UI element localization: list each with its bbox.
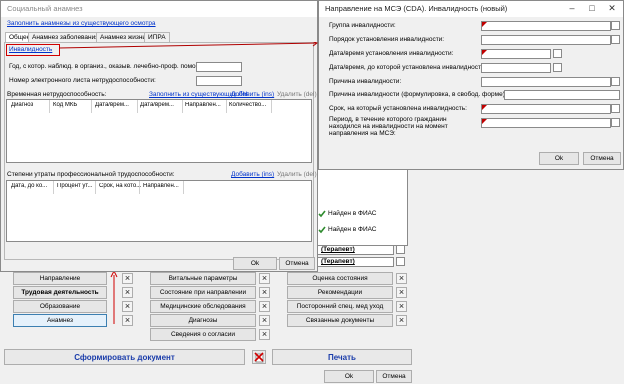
maximize-icon[interactable]: □ — [585, 3, 599, 14]
field-label: Порядок установления инвалидности: — [329, 36, 445, 43]
fias-status: Найден в ФИАС — [328, 226, 377, 233]
field-label: Причина инвалидности: — [329, 78, 402, 85]
clear-icon[interactable] — [252, 350, 266, 364]
close-icon[interactable]: × — [122, 287, 133, 298]
therapist-field-2[interactable]: (Терапевт) — [316, 257, 394, 267]
disability-order-select[interactable] — [481, 35, 611, 45]
work-activity-button[interactable]: Трудовая деятельность — [13, 286, 107, 299]
dialog-title: Направление на МСЭ (CDA). Инвалидность (… — [325, 4, 508, 13]
prof-disability-label: Степени утраты профессиональной трудоспо… — [7, 171, 175, 178]
add-prof-link[interactable]: Добавить (ins) — [231, 171, 274, 178]
anamnesis-cancel-button[interactable]: Отмена — [279, 257, 315, 270]
field-label: Срок, на который установлена инвалидност… — [329, 105, 467, 112]
sick-leave-label: Номер электронного листа нетрудоспособно… — [9, 77, 156, 84]
delete-temp-link[interactable]: Удалить (del) — [277, 91, 317, 98]
tab-ipra[interactable]: ИПРА — [144, 32, 170, 42]
consent-info-button[interactable]: Сведения о согласии — [150, 328, 256, 341]
anamnesis-ok-button[interactable]: Ok — [233, 257, 277, 270]
close-icon[interactable]: × — [396, 273, 407, 284]
close-icon[interactable]: × — [259, 301, 270, 312]
field-label: Дата/время, до которой установлена инвал… — [329, 64, 487, 71]
temp-disability-label: Временная нетрудоспособность: — [7, 91, 107, 98]
check-icon — [318, 226, 326, 234]
disability-dialog: Направление на МСЭ (CDA). Инвалидность (… — [318, 0, 624, 170]
fias-status: Найден в ФИАС — [328, 210, 377, 217]
disability-period-select[interactable] — [481, 118, 611, 128]
add-temp-link[interactable]: Добавить (ins) — [231, 91, 274, 98]
related-docs-button[interactable]: Связанные документы — [287, 314, 393, 327]
anamnesis-button[interactable]: Анамнез — [13, 314, 107, 327]
dialog-cancel-button[interactable]: Отмена — [583, 152, 621, 165]
field-clear-checkbox[interactable] — [611, 118, 620, 127]
vital-params-button[interactable]: Витальные параметры — [150, 272, 256, 285]
field-label: Группа инвалидности: — [329, 22, 396, 29]
napravlenie-button[interactable]: Направление — [13, 272, 107, 285]
dialog-ok-button[interactable]: Ok — [539, 152, 579, 165]
main-ok-button[interactable]: Ok — [324, 370, 374, 383]
close-icon[interactable]: × — [122, 273, 133, 284]
field-label: Дата/время установления инвалидности: — [329, 50, 454, 57]
close-icon[interactable]: × — [259, 315, 270, 326]
disability-reason-text[interactable] — [504, 90, 620, 100]
therapist-field-1[interactable]: (Терапевт) — [316, 245, 394, 255]
year-input[interactable] — [196, 62, 242, 72]
medical-exams-button[interactable]: Медицинские обследования — [150, 300, 256, 313]
close-icon[interactable]: × — [259, 329, 270, 340]
minimize-icon[interactable]: – — [565, 3, 579, 14]
date-picker-checkbox[interactable] — [553, 63, 562, 72]
year-label: Год, с котор. наблюд. в организ., оказыв… — [9, 63, 207, 70]
field-clear-checkbox[interactable] — [611, 35, 620, 44]
close-icon[interactable]: × — [259, 287, 270, 298]
temp-disability-grid[interactable]: Диагноз Код МКБ Дата/врем... Дата/врем..… — [6, 99, 312, 163]
external-care-button[interactable]: Посторонний спец. мед уход — [287, 300, 393, 313]
disability-group-select[interactable] — [481, 21, 611, 31]
tab-disease-anamnesis[interactable]: Анамнез заболевания — [28, 32, 103, 42]
annotation-connector — [59, 42, 319, 49]
disability-term-select[interactable] — [481, 104, 611, 114]
dialog-title-bar: Направление на МСЭ (CDA). Инвалидность (… — [319, 1, 623, 17]
title-bar: Социальный анамнез — [1, 1, 317, 17]
close-icon[interactable]: × — [396, 315, 407, 326]
therapist-checkbox-1[interactable] — [396, 245, 405, 254]
main-cancel-button[interactable]: Отмена — [376, 370, 412, 383]
diagnoses-button[interactable]: Диагнозы — [150, 314, 256, 327]
check-icon — [318, 210, 326, 218]
close-icon[interactable]: × — [396, 301, 407, 312]
disability-reason-select[interactable] — [481, 77, 611, 87]
field-clear-checkbox[interactable] — [611, 104, 620, 113]
field-clear-checkbox[interactable] — [611, 77, 620, 86]
tab-life-anamnesis[interactable]: Анамнез жизни — [96, 32, 151, 42]
education-button[interactable]: Образование — [13, 300, 107, 313]
close-icon[interactable]: × — [396, 287, 407, 298]
field-label: Причина инвалидности (формулировка, в св… — [329, 91, 507, 98]
disability-start-date[interactable] — [481, 49, 551, 59]
sick-leave-input[interactable] — [196, 76, 242, 86]
field-label: Период, в течение которого гражданин нах… — [329, 116, 448, 137]
form-document-button[interactable]: Сформировать документ — [4, 349, 245, 365]
close-icon[interactable]: ✕ — [605, 3, 619, 14]
therapist-checkbox-2[interactable] — [396, 257, 405, 266]
print-button[interactable]: Печать — [272, 349, 412, 365]
date-picker-checkbox[interactable] — [553, 49, 562, 58]
condition-assessment-button[interactable]: Оценка состояния — [287, 272, 393, 285]
fill-from-exam-link[interactable]: Заполнить анамнезы из существующего осмо… — [7, 20, 156, 27]
address-panel — [316, 166, 408, 246]
delete-prof-link[interactable]: Удалить (del) — [277, 171, 317, 178]
prof-disability-grid[interactable]: Дата, до ко... Процент ут... Срок, на ко… — [6, 180, 312, 242]
close-icon[interactable]: × — [122, 301, 133, 312]
recommendations-button[interactable]: Рекомендации — [287, 286, 393, 299]
state-at-referral-button[interactable]: Состояние при направлении — [150, 286, 256, 299]
disability-link[interactable]: Инвалидность — [9, 46, 52, 53]
close-icon[interactable]: × — [259, 273, 270, 284]
field-clear-checkbox[interactable] — [611, 21, 620, 30]
annotation-arrow — [110, 270, 118, 324]
window-title: Социальный анамнез — [7, 4, 83, 13]
close-icon[interactable]: × — [122, 315, 133, 326]
disability-end-date[interactable] — [481, 63, 551, 73]
social-anamnesis-window: Социальный анамнез Заполнить анамнезы из… — [0, 0, 318, 272]
